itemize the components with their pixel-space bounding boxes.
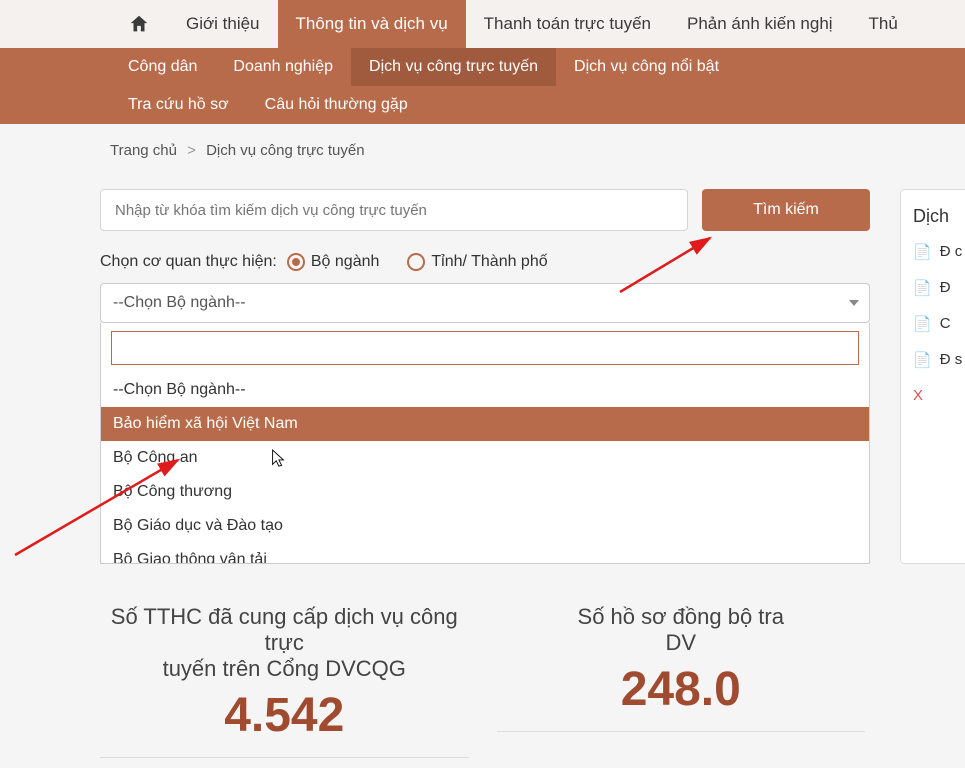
sidebar-panel: Dịch 📄 Đ c 📄 Đ 📄 C 📄 Đ s X	[900, 189, 965, 564]
agency-radio-group: Chọn cơ quan thực hiện: Bộ ngành Tỉnh/ T…	[100, 253, 870, 271]
stat-card-dossiers: Số hồ sơ đồng bộ tra DV 248.0	[497, 604, 866, 768]
radio-label: Chọn cơ quan thực hiện:	[100, 253, 277, 271]
nav-feedback[interactable]: Phản ánh kiến nghị	[669, 0, 851, 48]
breadcrumb-current: Dịch vụ công trực tuyến	[206, 142, 364, 159]
stat-sub	[100, 757, 469, 768]
breadcrumb-sep: >	[187, 142, 196, 159]
sidebar-link[interactable]: 📄 Đ c	[913, 243, 965, 261]
sidebar-link[interactable]: 📄 Đ	[913, 279, 965, 297]
select-header[interactable]: --Chọn Bộ ngành--	[101, 284, 869, 322]
nav-procedures[interactable]: Thủ	[851, 0, 916, 48]
subnav-business[interactable]: Doanh nghiệp	[215, 48, 351, 86]
document-icon: 📄	[913, 243, 932, 261]
document-icon: 📄	[913, 351, 932, 369]
dd-option-gtvt[interactable]: Bộ Giao thông vận tải	[101, 543, 869, 563]
subnav-citizen[interactable]: Công dân	[110, 48, 215, 86]
dd-option-bhxh[interactable]: Bảo hiểm xã hội Việt Nam	[101, 407, 869, 441]
nav-info-services[interactable]: Thông tin và dịch vụ	[278, 0, 466, 48]
breadcrumb: Trang chủ > Dịch vụ công trực tuyến	[0, 124, 965, 169]
dd-option-congan[interactable]: Bộ Công an	[101, 441, 869, 475]
dd-option-gddt[interactable]: Bộ Giáo dục và Đào tạo	[101, 509, 869, 543]
document-icon: 📄	[913, 279, 932, 297]
dd-option-congthuong[interactable]: Bộ Công thương	[101, 475, 869, 509]
radio-ministry[interactable]: Bộ ngành	[287, 253, 380, 271]
search-input[interactable]	[100, 189, 688, 231]
sub-nav: Công dân Doanh nghiệp Dịch vụ công trực …	[0, 48, 965, 124]
breadcrumb-home[interactable]: Trang chủ	[110, 142, 177, 159]
ministry-select[interactable]: --Chọn Bộ ngành--	[100, 283, 870, 323]
radio-province[interactable]: Tỉnh/ Thành phố	[407, 253, 547, 271]
sidebar-title: Dịch	[913, 206, 965, 227]
radio-icon	[287, 253, 305, 271]
document-icon: 📄	[913, 315, 932, 333]
stat-value: 4.542	[100, 688, 469, 743]
sidebar-viewall[interactable]: X	[913, 387, 965, 404]
stat-value: 248.0	[497, 662, 866, 717]
dropdown-search-input[interactable]	[111, 331, 859, 365]
subnav-featured[interactable]: Dịch vụ công nổi bật	[556, 48, 737, 86]
stat-sub	[497, 731, 866, 742]
sidebar-link[interactable]: 📄 C	[913, 315, 965, 333]
sidebar-link[interactable]: 📄 Đ s	[913, 351, 965, 369]
ministry-dropdown: --Chọn Bộ ngành-- Bảo hiểm xã hội Việt N…	[100, 323, 870, 564]
stat-title: Số TTHC đã cung cấp dịch vụ công trực tu…	[100, 604, 469, 682]
stats-row: Số TTHC đã cung cấp dịch vụ công trực tu…	[0, 604, 965, 768]
subnav-lookup[interactable]: Tra cứu hồ sơ	[110, 86, 247, 124]
dropdown-list[interactable]: --Chọn Bộ ngành-- Bảo hiểm xã hội Việt N…	[101, 373, 869, 563]
nav-intro[interactable]: Giới thiệu	[168, 0, 278, 48]
home-icon[interactable]	[110, 0, 168, 48]
top-nav: Giới thiệu Thông tin và dịch vụ Thanh to…	[0, 0, 965, 48]
subnav-faq[interactable]: Câu hỏi thường gặp	[247, 86, 426, 124]
radio-icon	[407, 253, 425, 271]
nav-payment[interactable]: Thanh toán trực tuyến	[466, 0, 669, 48]
search-button[interactable]: Tìm kiếm	[702, 189, 870, 231]
stat-title: Số hồ sơ đồng bộ tra DV	[497, 604, 866, 656]
stat-card-services: Số TTHC đã cung cấp dịch vụ công trực tu…	[100, 604, 469, 768]
subnav-online-services[interactable]: Dịch vụ công trực tuyến	[351, 48, 556, 86]
dd-option-placeholder[interactable]: --Chọn Bộ ngành--	[101, 373, 869, 407]
